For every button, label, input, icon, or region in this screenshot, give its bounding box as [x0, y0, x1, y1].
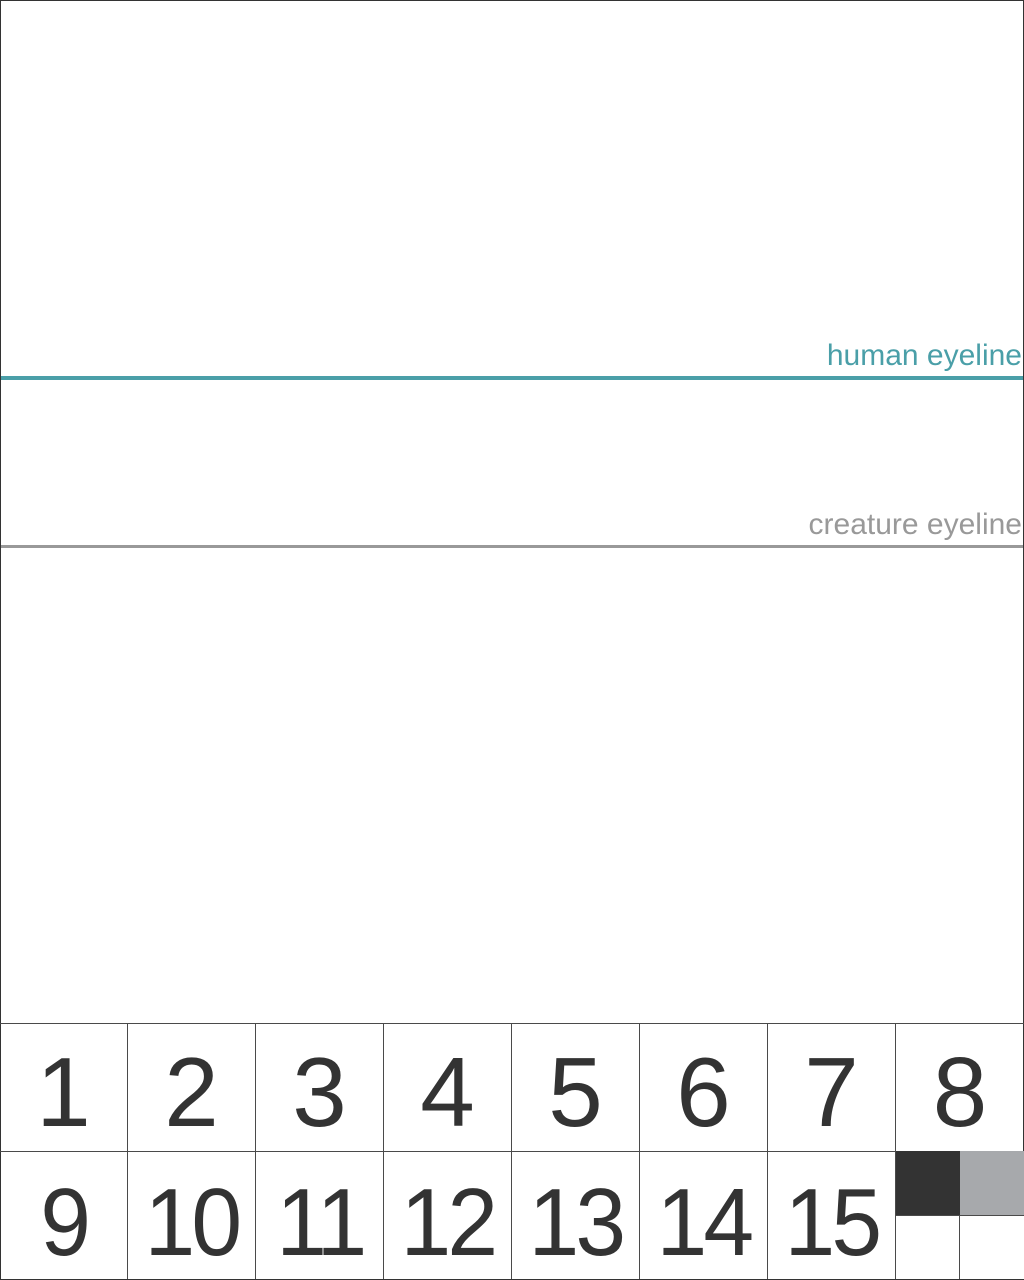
number-grid: 1 2 3 4 5 6 7 8 9 10 11 12 13 14 15: [0, 1023, 1024, 1280]
grid-cell: 15: [768, 1151, 896, 1279]
grid-cell: 10: [128, 1151, 256, 1279]
grid-cell: 7: [768, 1023, 896, 1151]
grid-cell: 4: [384, 1023, 512, 1151]
grid-cell: 11: [256, 1151, 384, 1279]
human-eyeline-label: human eyeline: [826, 339, 1022, 372]
human-eyeline: [1, 376, 1023, 380]
swatch-white: [960, 1215, 1024, 1279]
grid-cell: 2: [128, 1023, 256, 1151]
grid-cell: 1: [0, 1023, 128, 1151]
grid-cell: 12: [384, 1151, 512, 1279]
grid-cell: 8: [896, 1023, 1024, 1151]
creature-eyeline: [1, 545, 1023, 548]
grid-cell: 3: [256, 1023, 384, 1151]
grid-cell: 5: [512, 1023, 640, 1151]
grid-cell: 14: [640, 1151, 768, 1279]
swatch-dark: [896, 1151, 960, 1215]
creature-eyeline-label: creature eyeline: [808, 508, 1022, 541]
grid-cell: 13: [512, 1151, 640, 1279]
grid-cell: 9: [0, 1151, 128, 1279]
grid-cell: 6: [640, 1023, 768, 1151]
swatch-white: [896, 1215, 960, 1279]
swatch-gray: [960, 1151, 1024, 1215]
